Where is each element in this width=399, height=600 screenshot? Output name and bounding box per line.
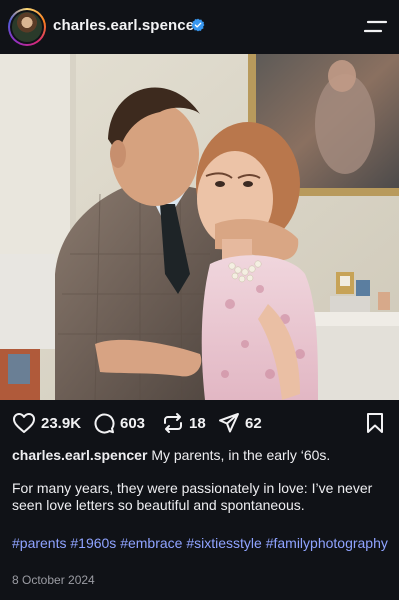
repost-icon[interactable]	[162, 412, 184, 434]
caption-username[interactable]: charles.earl.spencer	[12, 447, 147, 463]
like-count: 23.9K	[41, 414, 82, 432]
post-date: 8 October 2024	[12, 573, 95, 587]
verified-badge-icon	[191, 18, 205, 32]
bookmark-icon[interactable]	[366, 412, 384, 434]
comment-icon[interactable]	[93, 412, 115, 434]
save-action[interactable]	[366, 412, 384, 434]
heart-icon[interactable]	[12, 412, 36, 434]
hamburger-menu-icon[interactable]	[364, 17, 388, 37]
post-caption: charles.earl.spencer My parents, in the …	[12, 447, 390, 530]
avatar-image	[12, 12, 42, 42]
share-count: 62	[245, 414, 262, 432]
send-icon[interactable]	[218, 412, 240, 434]
avatar-ring	[10, 10, 44, 44]
caption-text-2: For many years, they were passionately i…	[12, 480, 373, 513]
comment-count: 603	[120, 414, 146, 432]
caption-line-1: charles.earl.spencer My parents, in the …	[12, 447, 390, 464]
hashtags[interactable]: #parents #1960s #embrace #sixtiesstyle #…	[12, 535, 390, 552]
like-action[interactable]: 23.9K	[12, 412, 81, 434]
post-photo[interactable]	[0, 54, 399, 400]
post-header: charles.earl.spencer	[0, 0, 399, 54]
header-username[interactable]: charles.earl.spencer	[53, 17, 200, 34]
avatar[interactable]	[8, 8, 46, 46]
caption-text-1: My parents, in the early ‘60s.	[151, 447, 331, 463]
repost-count: 18	[189, 414, 206, 432]
share-action[interactable]: 62	[218, 412, 262, 434]
comment-action[interactable]: 603	[93, 412, 145, 434]
action-bar: 23.9K 603 18 62	[0, 408, 399, 438]
repost-action[interactable]: 18	[162, 412, 206, 434]
photo-illustration	[0, 54, 399, 400]
